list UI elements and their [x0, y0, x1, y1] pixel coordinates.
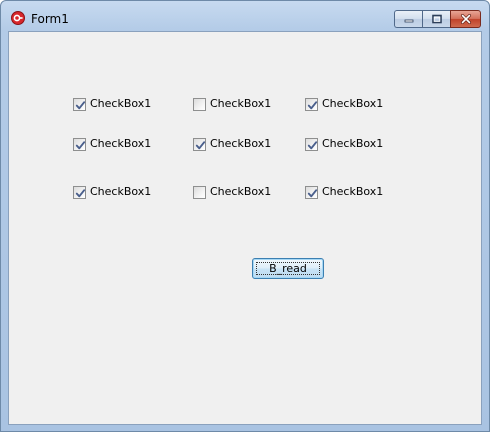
checkbox-box[interactable]: [193, 97, 206, 111]
checkbox-r2-c3[interactable]: CheckBox1: [305, 137, 383, 151]
checkbox-r1-c3[interactable]: CheckBox1: [305, 97, 383, 111]
checkbox-label: CheckBox1: [322, 185, 384, 198]
checkbox-r1-c1[interactable]: CheckBox1: [73, 97, 151, 111]
b-read-button-label: B_read: [269, 262, 307, 275]
caption-buttons: [394, 10, 481, 28]
checkbox-label: CheckBox1: [210, 97, 272, 110]
app-icon[interactable]: [11, 11, 25, 25]
window-title: Form1: [31, 12, 69, 26]
checkbox-box[interactable]: [193, 185, 206, 199]
check-mark-icon: [307, 100, 318, 109]
form1-window: Form1 CheckBox1 CheckBox1 CheckBox1 Chec…: [0, 0, 490, 432]
checkbox-box[interactable]: [305, 137, 318, 151]
checkbox-box[interactable]: [73, 137, 86, 151]
form-client-area: CheckBox1 CheckBox1 CheckBox1 CheckBox1 …: [8, 31, 482, 425]
maximize-icon: [431, 14, 442, 24]
checkbox-r2-c1[interactable]: CheckBox1: [73, 137, 151, 151]
checkbox-r3-c1[interactable]: CheckBox1: [73, 185, 151, 199]
minimize-icon: [404, 19, 413, 23]
checkbox-r1-c2[interactable]: CheckBox1: [193, 97, 271, 111]
check-mark-icon: [75, 100, 86, 109]
checkbox-box[interactable]: [73, 185, 86, 199]
b-read-button[interactable]: B_read: [252, 258, 324, 279]
checkbox-label: CheckBox1: [210, 137, 272, 150]
checkbox-r3-c3[interactable]: CheckBox1: [305, 185, 383, 199]
check-mark-icon: [195, 140, 206, 149]
checkbox-r3-c2[interactable]: CheckBox1: [193, 185, 271, 199]
checkbox-label: CheckBox1: [322, 97, 384, 110]
maximize-button[interactable]: [422, 10, 450, 28]
check-mark-icon: [75, 188, 86, 197]
checkbox-r2-c2[interactable]: CheckBox1: [193, 137, 271, 151]
close-icon: [460, 14, 471, 24]
checkbox-box[interactable]: [305, 97, 318, 111]
checkbox-label: CheckBox1: [90, 137, 152, 150]
checkbox-label: CheckBox1: [90, 97, 152, 110]
minimize-button[interactable]: [394, 10, 422, 28]
check-mark-icon: [307, 140, 318, 149]
checkbox-box[interactable]: [73, 97, 86, 111]
check-mark-icon: [307, 188, 318, 197]
check-mark-icon: [75, 140, 86, 149]
title-bar[interactable]: Form1: [1, 1, 489, 31]
checkbox-box[interactable]: [193, 137, 206, 151]
checkbox-label: CheckBox1: [322, 137, 384, 150]
checkbox-label: CheckBox1: [210, 185, 272, 198]
checkbox-box[interactable]: [305, 185, 318, 199]
checkbox-label: CheckBox1: [90, 185, 152, 198]
close-button[interactable]: [450, 10, 481, 28]
